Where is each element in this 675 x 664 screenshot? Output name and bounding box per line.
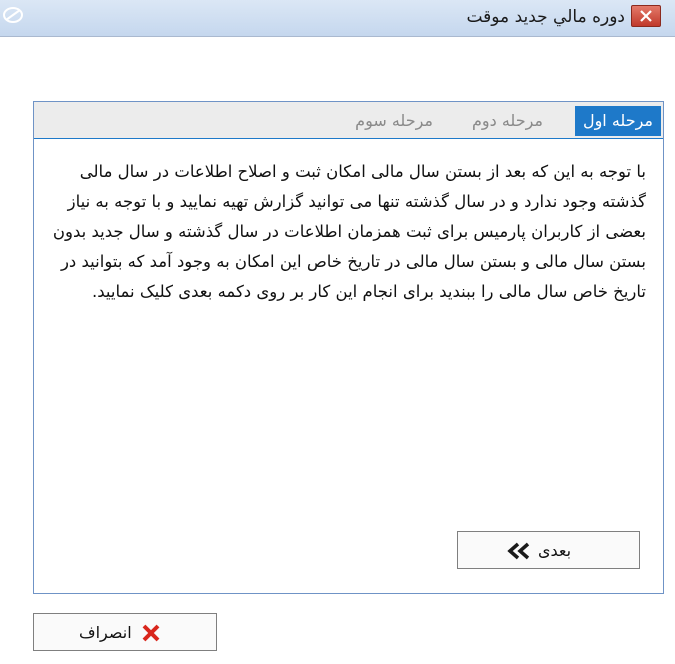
window-title: دوره مالي جديد موقت — [466, 7, 625, 27]
next-button[interactable]: بعدی — [457, 531, 640, 569]
tab-underline — [34, 138, 663, 139]
step-description: با توجه به این که بعد از بستن سال مالی ا… — [52, 162, 646, 301]
title-bar: دوره مالي جديد موقت — [0, 0, 675, 37]
app-icon — [3, 7, 23, 23]
tab-step-1[interactable]: مرحله اول — [574, 106, 661, 136]
double-chevron-left-icon — [507, 542, 530, 560]
tab-step-3[interactable]: مرحله سوم — [355, 108, 433, 134]
cancel-button[interactable]: انصراف — [33, 613, 217, 651]
tab-step-2[interactable]: مرحله دوم — [472, 108, 543, 134]
tab-strip: مرحله اول مرحله دوم مرحله سوم — [34, 102, 663, 138]
close-icon — [640, 10, 652, 22]
close-button[interactable] — [631, 5, 661, 27]
next-button-label: بعدی — [538, 541, 572, 560]
cancel-button-label: انصراف — [79, 623, 132, 642]
wizard-panel: مرحله اول مرحله دوم مرحله سوم با توجه به… — [33, 101, 664, 594]
cancel-x-icon — [142, 624, 160, 642]
